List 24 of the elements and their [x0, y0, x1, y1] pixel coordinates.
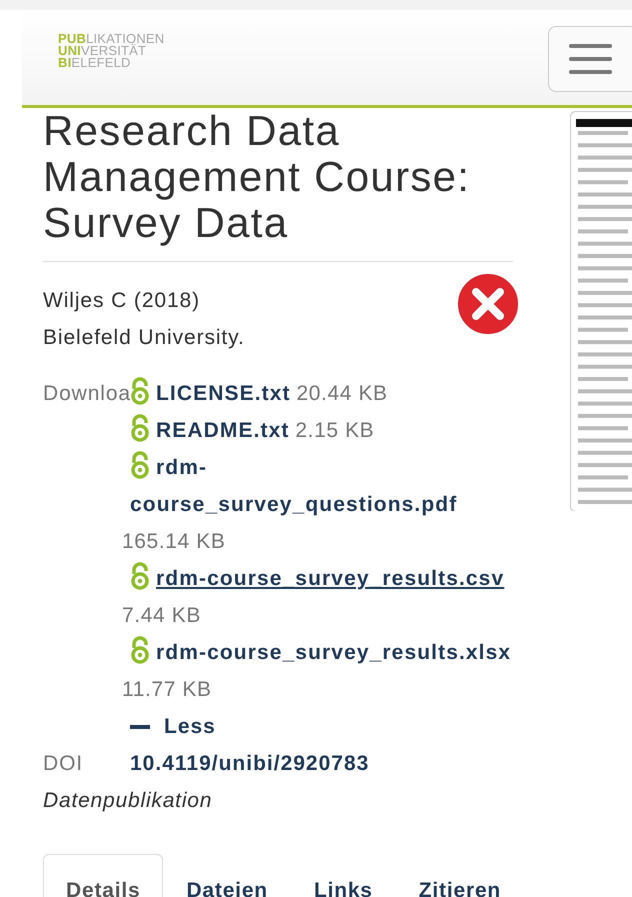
less-button[interactable]: Less [130, 708, 216, 745]
publisher-text: Bielefeld University. [43, 325, 245, 351]
doi-label: DOI [43, 751, 84, 777]
open-lock-icon [130, 414, 150, 442]
file-size: 2.15 KB [295, 419, 374, 442]
file-size: 20.44 KB [296, 382, 388, 405]
file-link[interactable]: README.txt [130, 412, 290, 449]
file-link[interactable]: rdm-course_survey_results.xlsx [130, 634, 512, 671]
file-link[interactable]: rdm-course_survey_questions.pdf [130, 449, 530, 523]
file-size: 165.14 KB [122, 530, 226, 553]
file-link[interactable]: LICENSE.txt [130, 375, 291, 412]
tab[interactable]: Details [43, 854, 164, 897]
menu-button[interactable] [548, 26, 632, 92]
page-title: Research Data Management Course: Survey Data [43, 108, 513, 262]
publication-type: Datenpublikation [43, 788, 214, 814]
doi-link[interactable]: 10.4119/unibi/2920783 [130, 752, 370, 775]
open-lock-icon [130, 377, 150, 405]
open-lock-icon [130, 636, 150, 664]
author-text: Wiljes C (2018) [43, 288, 202, 314]
file-size: 11.77 KB [122, 678, 212, 701]
open-lock-icon [130, 562, 150, 590]
file-size: 7.44 KB [122, 604, 201, 627]
open-lock-icon [130, 451, 150, 479]
file-link[interactable]: rdm-course_survey_results.csv [130, 560, 504, 597]
